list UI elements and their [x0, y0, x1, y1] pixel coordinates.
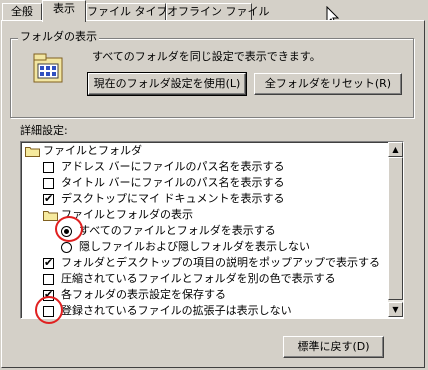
checkbox[interactable]: ✔ [43, 192, 54, 205]
tree-item-label: タイトル バーにファイルのパス名を表示する [61, 176, 285, 189]
tree-item-label: アドレス バーにファイルのパス名を表示する [61, 160, 285, 173]
tab-file-types[interactable]: ファイル タイプ [86, 3, 168, 20]
vertical-scrollbar[interactable]: ▲ ▼ [388, 142, 403, 317]
scroll-up-button[interactable]: ▲ [388, 142, 403, 157]
folder-icon [25, 147, 40, 157]
folder-view-legend: フォルダの表示 [18, 30, 99, 44]
scroll-thumb[interactable] [388, 157, 403, 300]
tree-item-label: ファイルとフォルダの表示 [61, 208, 193, 221]
tree-item-label: 登録されているファイルの拡張子は表示しない [61, 304, 292, 317]
checkbox[interactable] [43, 274, 54, 285]
tree-item-label: フォルダとデスクトップの項目の説明をポップアップで表示する [61, 256, 380, 269]
tree-item-label: 各フォルダの表示設定を保存する [61, 288, 226, 301]
tree-item-label: ファイルとフォルダ [43, 144, 142, 157]
tab-general[interactable]: 全般 [2, 3, 42, 20]
restore-defaults-button[interactable]: 標準に戻す(D) [283, 336, 384, 358]
tab-view[interactable]: 表示 [42, 0, 86, 22]
reset-all-folders-button[interactable]: 全フォルダをリセット(R) [254, 73, 402, 95]
folder-options-icon [33, 53, 63, 83]
folder-icon [43, 211, 58, 221]
radio-button[interactable] [61, 242, 72, 253]
tree-item-label: すべてのファイルとフォルダを表示する [79, 224, 276, 237]
check-mark-icon: ✔ [44, 256, 54, 269]
folder-view-description: すべてのフォルダを同じ設定で表示できます。 [92, 50, 321, 63]
checkbox[interactable] [43, 162, 54, 173]
tab-offline-files[interactable]: オフライン ファイル [166, 3, 270, 20]
tab-label: 全般 [11, 5, 33, 18]
arrow-down-icon: ▼ [392, 305, 399, 314]
advanced-settings-label: 詳細設定: [20, 124, 68, 137]
scroll-down-button[interactable]: ▼ [388, 302, 403, 317]
tree-item-label: デスクトップにマイ ドキュメントを表示する [61, 192, 285, 205]
tree-item-label: 隠しファイルおよび隠しフォルダを表示しない [79, 240, 310, 253]
tab-label: 表示 [53, 2, 75, 15]
checkbox[interactable] [43, 178, 54, 189]
tab-label: オフライン ファイル [167, 5, 270, 18]
tab-strip: 全般 表示 ファイル タイプ オフライン ファイル [0, 0, 428, 22]
check-mark-icon: ✔ [44, 192, 54, 205]
tab-label: ファイル タイプ [87, 5, 168, 18]
apply-to-all-folders-button[interactable]: 現在のフォルダ設定を使用(L) [87, 72, 247, 96]
arrow-up-icon: ▲ [392, 145, 399, 154]
tree-item-label: 圧縮されているファイルとフォルダを別の色で表示する [61, 272, 336, 285]
checkbox[interactable]: ✔ [43, 256, 54, 269]
highlight-circle [55, 216, 83, 242]
highlight-circle [35, 296, 63, 324]
